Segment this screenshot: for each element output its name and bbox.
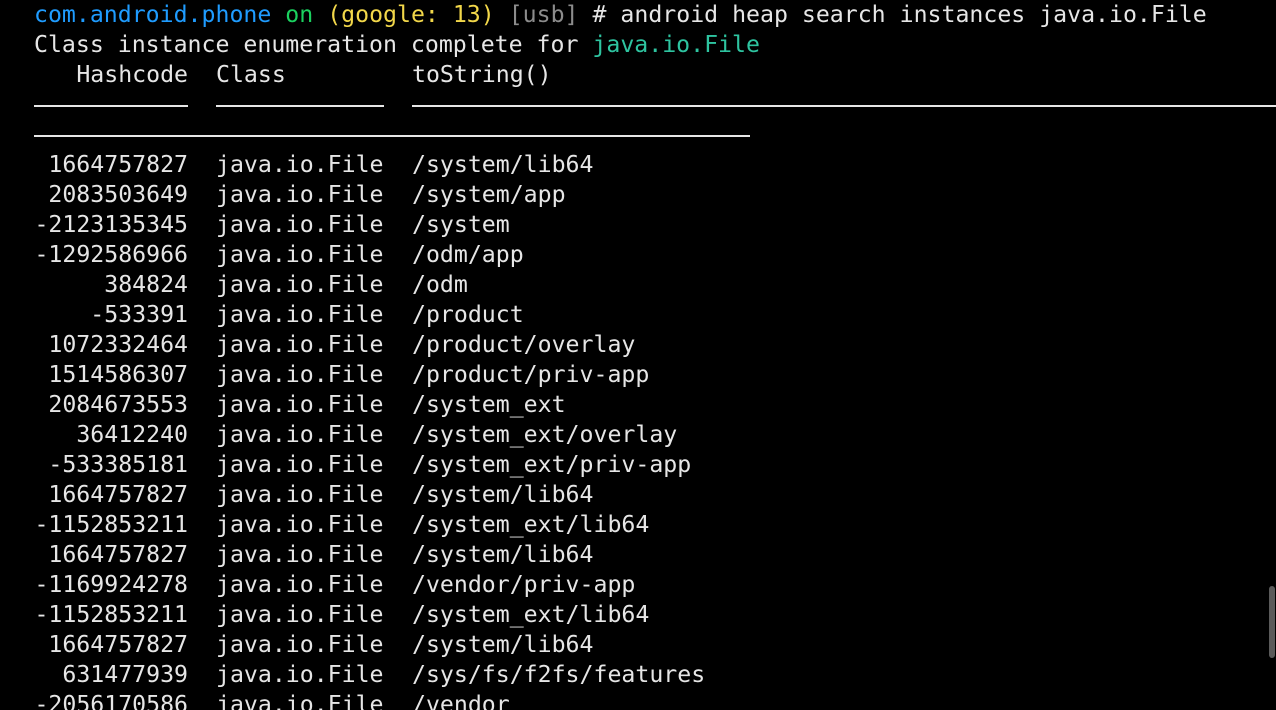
row-hashcode: -1152853211	[34, 601, 188, 628]
header-class: Class	[216, 61, 286, 88]
table-row: 1664757827 java.io.File/system/lib64	[34, 480, 1276, 510]
table-row: -533391 java.io.File/product	[34, 300, 1276, 330]
row-tostring: /vendor	[412, 691, 510, 710]
row-hashcode: 1664757827	[48, 481, 188, 508]
row-hashcode: 1664757827	[48, 151, 188, 178]
table-header: Hashcode Class toString()	[34, 60, 1276, 90]
prompt-transport: [usb]	[508, 1, 579, 28]
row-tostring: /system_ext/priv-app	[412, 451, 692, 478]
row-class: java.io.File	[216, 481, 384, 508]
header-hashcode: Hashcode	[76, 61, 188, 88]
row-hashcode: 1664757827	[48, 631, 188, 658]
scrollbar-thumb[interactable]	[1269, 586, 1275, 658]
prompt-on-word: on	[285, 1, 314, 28]
table-row: 1664757827 java.io.File/system/lib64	[34, 630, 1276, 660]
row-tostring: /system_ext/lib64	[412, 511, 650, 538]
separator-hashcode	[34, 105, 188, 107]
row-hashcode: -1169924278	[34, 571, 188, 598]
table-row: 36412240 java.io.File/system_ext/overlay	[34, 420, 1276, 450]
row-class: java.io.File	[216, 691, 384, 710]
status-line: Class instance enumeration complete for …	[34, 30, 760, 60]
row-class: java.io.File	[216, 331, 384, 358]
row-tostring: /sys/fs/f2fs/features	[412, 661, 706, 688]
table-row: -2056170586 java.io.File/vendor	[34, 690, 1276, 710]
row-class: java.io.File	[216, 601, 384, 628]
separator-class	[216, 105, 384, 107]
row-hashcode: 2083503649	[48, 181, 188, 208]
row-tostring: /system/app	[412, 181, 566, 208]
row-hashcode: -533391	[90, 301, 188, 328]
prompt-device: (google: 13)	[327, 1, 495, 28]
row-tostring: /system_ext/overlay	[412, 421, 678, 448]
row-tostring: /system/lib64	[412, 541, 594, 568]
header-tostring: toString()	[412, 61, 552, 88]
row-tostring: /odm	[412, 271, 468, 298]
table-row: 384824 java.io.File/odm	[34, 270, 1276, 300]
row-tostring: /product	[412, 301, 524, 328]
table-row: -1292586966 java.io.File/odm/app	[34, 240, 1276, 270]
row-tostring: /system/lib64	[412, 481, 594, 508]
row-class: java.io.File	[216, 661, 384, 688]
command-prompt-line: com.android.phone on (google: 13) [usb] …	[34, 0, 1207, 30]
row-hashcode: -1292586966	[34, 241, 188, 268]
table-row: 2083503649 java.io.File/system/app	[34, 180, 1276, 210]
row-tostring: /product/overlay	[412, 331, 636, 358]
row-hashcode: 2084673553	[48, 391, 188, 418]
prompt-symbol: #	[592, 1, 607, 28]
row-class: java.io.File	[216, 541, 384, 568]
header-separator	[34, 90, 1276, 120]
row-class: java.io.File	[216, 421, 384, 448]
row-class: java.io.File	[216, 271, 384, 298]
table-row: 1664757827 java.io.File/system/lib64	[34, 540, 1276, 570]
table-row: -1152853211 java.io.File/system_ext/lib64	[34, 510, 1276, 540]
table-row: -2123135345 java.io.File/system	[34, 210, 1276, 240]
table-row: -1152853211 java.io.File/system_ext/lib64	[34, 600, 1276, 630]
separator-tostring	[412, 105, 1276, 107]
table-row: 1664757827 java.io.File/system/lib64	[34, 150, 1276, 180]
row-hashcode: -2056170586	[34, 691, 188, 710]
table-row: 2084673553 java.io.File/system_ext	[34, 390, 1276, 420]
row-tostring: /system/lib64	[412, 151, 594, 178]
status-class-name: java.io.File	[592, 31, 760, 58]
row-hashcode: -533385181	[48, 451, 188, 478]
row-class: java.io.File	[216, 211, 384, 238]
terminal-window[interactable]: com.android.phone on (google: 13) [usb] …	[0, 0, 1276, 710]
table-row: -1169924278 java.io.File/vendor/priv-app	[34, 570, 1276, 600]
table-row: 631477939 java.io.File/sys/fs/f2fs/featur…	[34, 660, 1276, 690]
row-class: java.io.File	[216, 511, 384, 538]
row-hashcode: 1514586307	[48, 361, 188, 388]
row-tostring: /odm/app	[412, 241, 524, 268]
header-separator-wrap	[34, 120, 1276, 150]
row-hashcode: -2123135345	[34, 211, 188, 238]
table-row: 1072332464 java.io.File/product/overlay	[34, 330, 1276, 360]
row-tostring: /system_ext	[412, 391, 566, 418]
row-hashcode: 631477939	[62, 661, 188, 688]
table-row: 1514586307 java.io.File/product/priv-app	[34, 360, 1276, 390]
row-tostring: /system_ext/lib64	[412, 601, 650, 628]
row-class: java.io.File	[216, 571, 384, 598]
row-class: java.io.File	[216, 391, 384, 418]
row-hashcode: 36412240	[76, 421, 188, 448]
row-class: java.io.File	[216, 451, 384, 478]
row-class: java.io.File	[216, 301, 384, 328]
row-tostring: /product/priv-app	[412, 361, 650, 388]
row-class: java.io.File	[216, 181, 384, 208]
prompt-package: com.android.phone	[34, 1, 272, 28]
row-tostring: /system/lib64	[412, 631, 594, 658]
command-text: android heap search instances java.io.Fi…	[620, 1, 1207, 28]
table-row: -533385181 java.io.File/system_ext/priv-a…	[34, 450, 1276, 480]
row-hashcode: 384824	[104, 271, 188, 298]
row-class: java.io.File	[216, 241, 384, 268]
row-hashcode: -1152853211	[34, 511, 188, 538]
row-class: java.io.File	[216, 151, 384, 178]
row-class: java.io.File	[216, 361, 384, 388]
separator-tostring-wrap	[34, 135, 750, 137]
status-message: Class instance enumeration complete for	[34, 31, 579, 58]
row-hashcode: 1072332464	[48, 331, 188, 358]
row-tostring: /vendor/priv-app	[412, 571, 636, 598]
row-class: java.io.File	[216, 631, 384, 658]
row-hashcode: 1664757827	[48, 541, 188, 568]
row-tostring: /system	[412, 211, 510, 238]
